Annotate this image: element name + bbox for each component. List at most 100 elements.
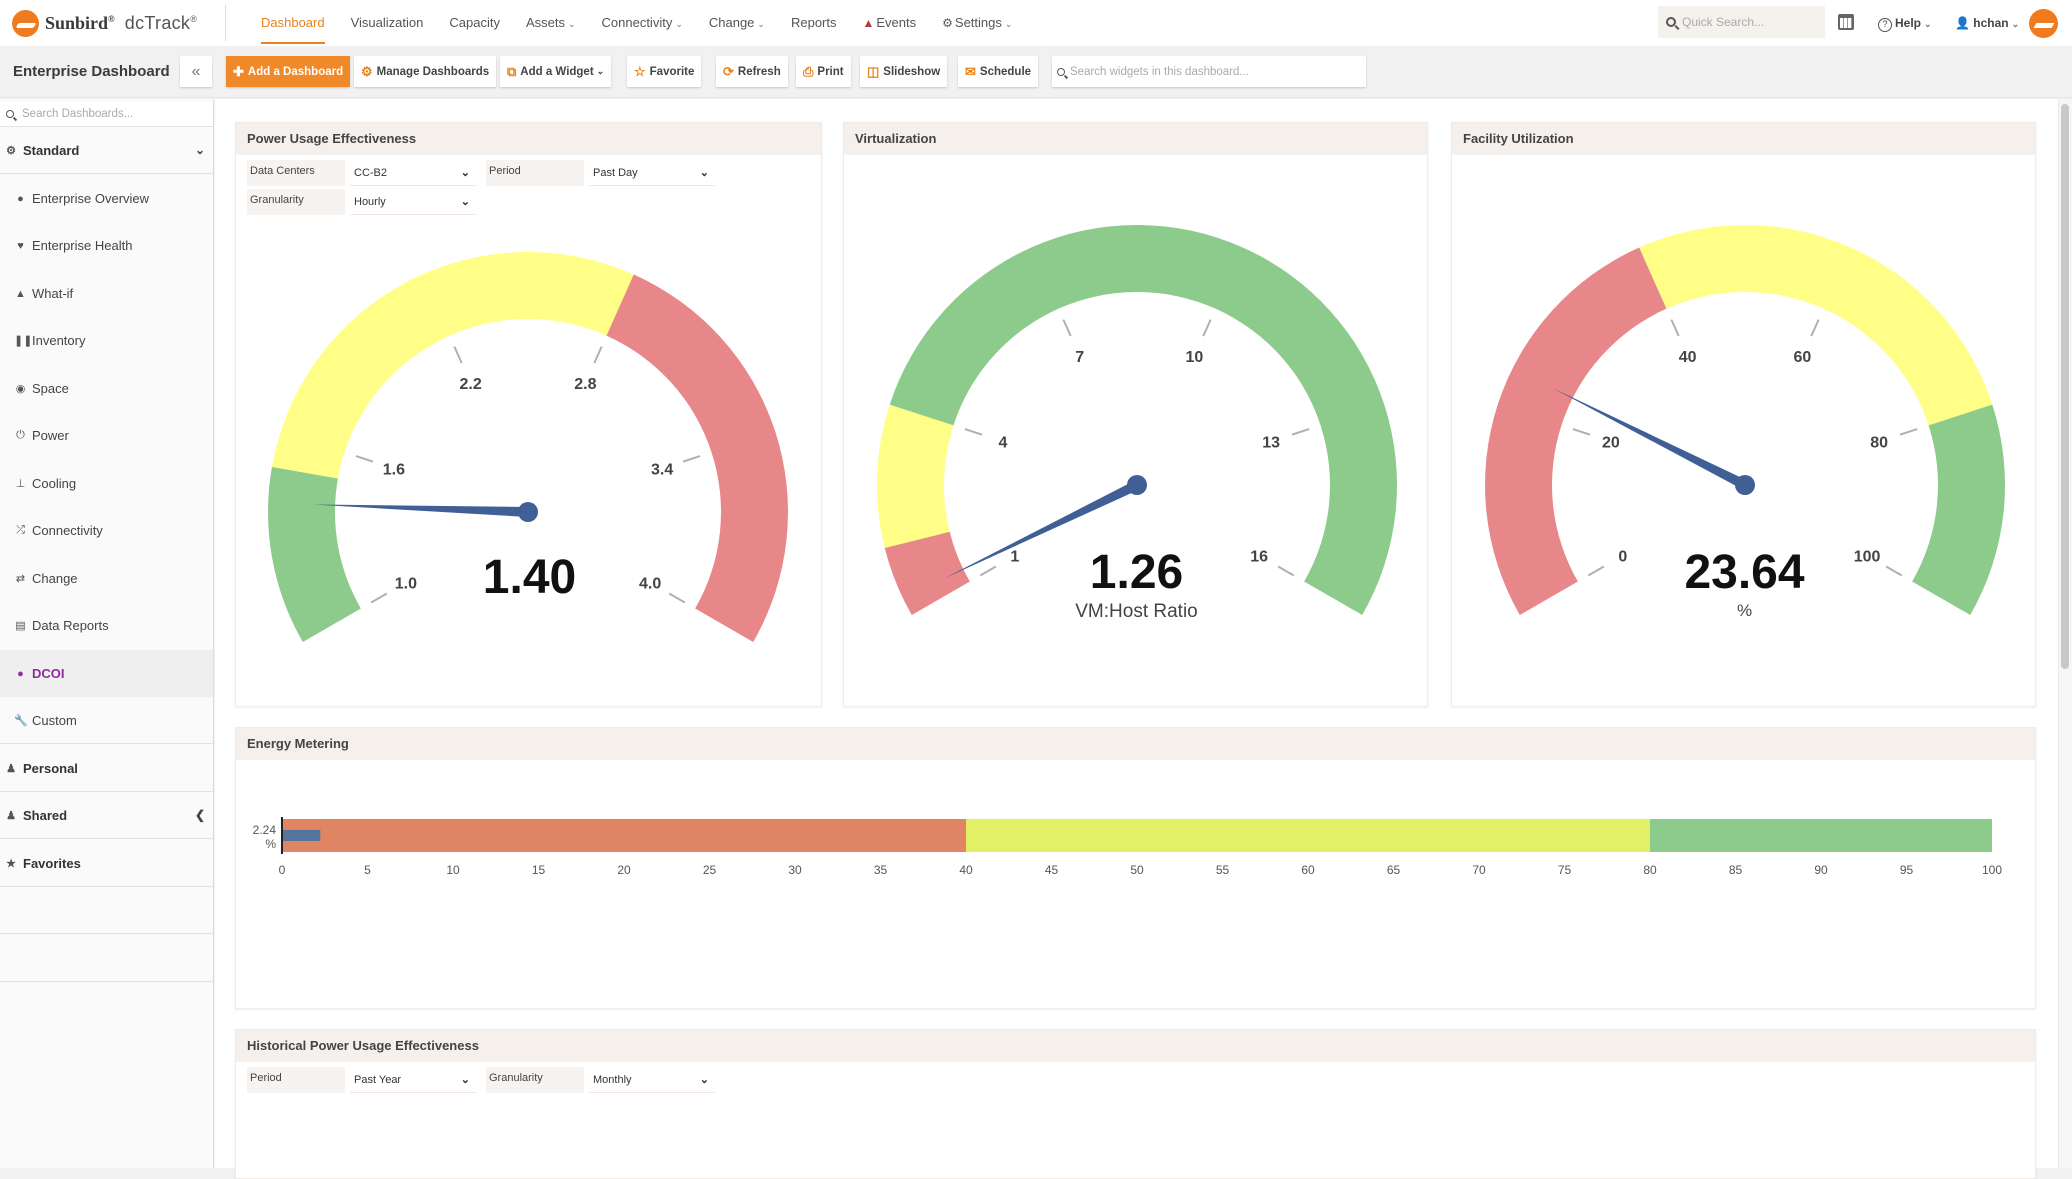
refresh-button[interactable]: ⟳ Refresh <box>716 56 788 87</box>
sidebar-item-label: Enterprise Overview <box>32 191 150 206</box>
nav-capacity[interactable]: Capacity <box>436 0 513 46</box>
sidebar-item-dcoi[interactable]: ● DCOI <box>0 650 213 697</box>
brand-name: Sunbird® <box>45 12 115 33</box>
sidebar-item-label: Space <box>32 381 69 396</box>
avatar[interactable] <box>2029 9 2058 38</box>
nav-change[interactable]: Change ⌄ <box>696 0 778 46</box>
sidebar-group-shared[interactable]: ♟ Shared ❮ <box>0 792 213 839</box>
chevron-left-icon: ❮ <box>194 808 205 822</box>
gauge-needle-pivot <box>518 502 538 522</box>
star-icon: ★ <box>6 857 16 870</box>
nav-settings[interactable]: ⚙ Settings ⌄ <box>929 0 1025 46</box>
favorite-button[interactable]: ☆ Favorite <box>627 56 702 87</box>
gauge-needle <box>1552 388 1748 490</box>
schedule-button[interactable]: ✉ Schedule <box>958 56 1039 87</box>
sidebar-item-connectivity[interactable]: ⤮ Connectivity <box>0 507 213 554</box>
nav-dashboard[interactable]: Dashboard <box>248 0 338 46</box>
gauge-tick-label: 20 <box>1602 434 1620 451</box>
print-icon: ⎙ <box>803 63 814 79</box>
widget-virtualization: Virtualization 1 4 7 10 13 16 1.26 VM:Host Ra… <box>843 122 1428 707</box>
widget-energy-metering: Energy Metering 2.24% 0 5 10 15 20 25 30 35 40 45 5… <box>235 727 2036 1009</box>
nav-visualization[interactable]: Visualization <box>338 0 437 46</box>
sidebar-item-power[interactable]: ⏻ Power <box>0 412 213 459</box>
dashboard-search-input[interactable]: Search Dashboards... <box>0 102 213 127</box>
help-menu[interactable]: ? Help ⌄ <box>1878 0 1932 46</box>
button-label: Print <box>817 65 844 78</box>
print-button[interactable]: ⎙ Print <box>796 56 851 87</box>
gauge-tick <box>1899 428 1918 436</box>
calendar-icon[interactable] <box>1838 14 1854 30</box>
group-label: Shared <box>23 807 68 823</box>
bullet-tick-label: 10 <box>446 863 460 877</box>
bullet-tick-label: 80 <box>1643 863 1657 877</box>
sidebar-item-data-reports[interactable]: ▤ Data Reports <box>0 602 213 649</box>
bullet-value-unit: % <box>265 837 276 851</box>
button-label: Manage Dashboards <box>376 65 490 78</box>
chevron-down-icon: ⌄ <box>1004 19 1013 29</box>
dashboard-search-placeholder: Search Dashboards... <box>22 108 134 120</box>
sidebar-item-custom[interactable]: 🔧 Custom <box>0 697 213 744</box>
refresh-icon: ⟳ <box>723 63 734 79</box>
chevron-down-icon: ⌄ <box>1924 19 1932 29</box>
sidebar-group-standard[interactable]: ⚙ Standard ⌄ <box>0 127 213 174</box>
period-select[interactable]: Past Year ⌄ <box>350 1067 476 1093</box>
sidebar-item-what-if[interactable]: ▲ What-if <box>0 270 213 317</box>
nav-events[interactable]: ▲ Events <box>850 0 930 46</box>
slideshow-button[interactable]: ◫ Slideshow <box>860 56 948 87</box>
thumbs-up-icon: ▲ <box>15 287 26 300</box>
double-chevron-left-icon: « <box>191 62 201 80</box>
sidebar-item-inventory[interactable]: ❚❚ Inventory <box>0 317 213 364</box>
sidebar-group-favorites[interactable]: ★ Favorites <box>0 840 213 887</box>
sidebar-item-cooling[interactable]: ⊥ Cooling <box>0 460 213 507</box>
sidebar-group-personal[interactable]: ♟ Personal <box>0 745 213 792</box>
gauge-needle-pivot <box>1735 475 1755 495</box>
chevron-down-icon: ⌄ <box>194 143 205 157</box>
help-label: Help <box>1895 16 1922 30</box>
widget-facility-utilization: Facility Utilization 0 20 40 60 80 100 23.64 … <box>1451 122 2036 707</box>
add-widget-button[interactable]: ⧉ Add a Widget ⌄ <box>500 56 612 87</box>
nav-reports[interactable]: Reports <box>778 0 850 46</box>
user-menu[interactable]: 👤 hchan ⌄ <box>1955 0 2019 46</box>
sidebar-item-label: Cooling <box>32 476 77 491</box>
sidebar-item-label: Connectivity <box>32 523 103 538</box>
nav-separator <box>225 5 226 41</box>
sidebar-item-space[interactable]: ◉ Space <box>0 365 213 412</box>
nav-assets[interactable]: Assets ⌄ <box>513 0 589 46</box>
nav-connectivity[interactable]: Connectivity ⌄ <box>589 0 696 46</box>
bullet-tick-label: 50 <box>1130 863 1144 877</box>
gauge-needle-pivot <box>1127 475 1147 495</box>
dashboard-toolbar: Enterprise Dashboard « ✚ Add a Dashboard … <box>0 46 2072 98</box>
widget-search-input[interactable]: Search widgets in this dashboard... <box>1052 56 1366 87</box>
power-icon: ⏻ <box>16 429 25 441</box>
button-label: Schedule <box>979 65 1032 78</box>
scrollbar-thumb[interactable] <box>2061 104 2069 669</box>
sidebar-item-change[interactable]: ⇄ Change <box>0 555 213 602</box>
granularity-label: Granularity <box>486 1067 584 1093</box>
chevron-down-icon: ⌄ <box>699 1074 709 1086</box>
gauge-tick <box>1202 319 1212 337</box>
manage-dashboards-button[interactable]: ⚙ Manage Dashboards <box>354 56 497 87</box>
copy-icon: ⧉ <box>507 63 517 79</box>
bullet-tick-label: 95 <box>1900 863 1914 877</box>
sunbird-dctrack-logo[interactable]: Sunbird® dcTrack® <box>12 9 197 37</box>
gauge-tick-label: 40 <box>1679 349 1697 366</box>
quick-search-input[interactable]: Quick Search... <box>1658 6 1825 38</box>
sidebar-item-label: DCOI <box>32 666 65 681</box>
nav-label: Visualization <box>350 15 424 30</box>
collapse-sidebar-button[interactable]: « <box>180 56 212 87</box>
sidebar-item-enterprise-overview[interactable]: ● Enterprise Overview <box>0 175 213 222</box>
gauge-tick <box>964 428 983 436</box>
add-dashboard-button[interactable]: ✚ Add a Dashboard <box>226 56 351 87</box>
user-icon: 👤 <box>1955 16 1970 30</box>
gauge-unit: VM:Host Ratio <box>1075 601 1198 622</box>
report-icon: ▤ <box>15 620 26 632</box>
bullet-tick-label: 5 <box>364 863 371 877</box>
select-value: Monthly <box>593 1074 632 1086</box>
granularity-select[interactable]: Monthly ⌄ <box>589 1067 715 1093</box>
bullet-value-label: 2.24 <box>253 823 277 837</box>
gauge-value: 23.64 <box>1684 546 1805 599</box>
sidebar-item-enterprise-health[interactable]: ♥ Enterprise Health <box>0 222 213 269</box>
sidebar-item-label: Custom <box>32 712 77 728</box>
gauge-tick <box>1062 319 1072 337</box>
gauge-tick-label: 7 <box>1075 349 1084 366</box>
